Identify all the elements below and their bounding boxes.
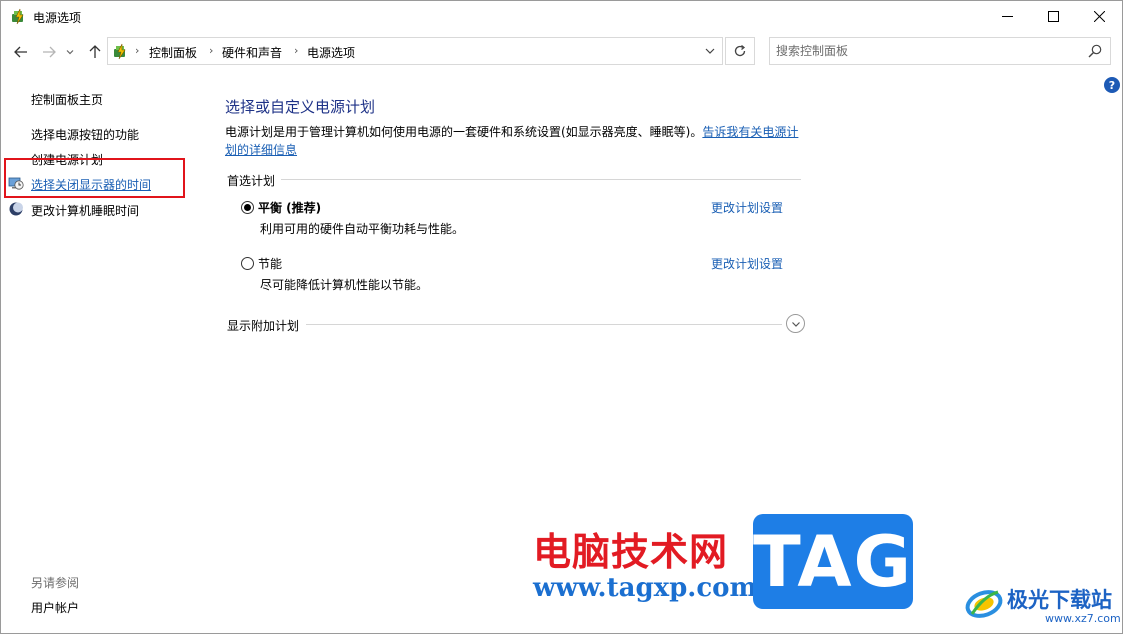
breadcrumb-hardware-sound[interactable]: 硬件和声音 <box>222 44 282 61</box>
breadcrumb-separator-icon: › <box>209 44 214 57</box>
arrow-right-icon <box>43 46 56 58</box>
refresh-button[interactable] <box>725 37 755 65</box>
plan-power-saver-radio[interactable] <box>241 257 254 270</box>
power-options-window: 电源选项 › 控制面板 › 硬件和声音 › 电源选项 搜索控制面板 ? 控制面板… <box>0 0 1123 634</box>
close-icon <box>1093 10 1105 22</box>
sidebar-item-control-panel-home[interactable]: 控制面板主页 <box>31 91 103 108</box>
title-bar: 电源选项 <box>1 1 1122 33</box>
sidebar-item-sleep-time[interactable]: 更改计算机睡眠时间 <box>31 202 139 219</box>
maximize-icon <box>1047 10 1059 22</box>
address-bar[interactable]: › 控制面板 › 硬件和声音 › 电源选项 <box>107 37 723 65</box>
moon-sleep-icon <box>9 202 23 216</box>
control-panel-icon <box>114 43 126 60</box>
sidebar-item-user-accounts[interactable]: 用户帐户 <box>31 599 79 616</box>
plan-power-saver-description: 尽可能降低计算机性能以节能。 <box>260 278 429 292</box>
watermark-url: www.tagxp.com <box>533 573 758 603</box>
breadcrumb-power-options[interactable]: 电源选项 <box>307 44 355 61</box>
section-divider <box>306 324 782 325</box>
close-button[interactable] <box>1076 1 1122 31</box>
navigation-bar: › 控制面板 › 硬件和声音 › 电源选项 <box>1 33 1122 71</box>
site-logo-icon <box>965 590 1003 618</box>
see-also-title: 另请参阅 <box>31 576 80 590</box>
power-options-icon <box>12 8 24 25</box>
breadcrumb-control-panel[interactable]: 控制面板 <box>149 44 197 61</box>
window-title: 电源选项 <box>33 11 82 25</box>
additional-plans-heading[interactable]: 显示附加计划 <box>227 317 299 334</box>
highlight-annotation-box <box>4 158 185 198</box>
breadcrumb-separator-icon: › <box>294 44 299 57</box>
plan-balanced-change-settings-link[interactable]: 更改计划设置 <box>711 199 783 216</box>
site-name: 极光下载站 <box>1007 588 1112 612</box>
plan-balanced-description: 利用可用的硬件自动平衡功耗与性能。 <box>260 222 465 236</box>
chevron-down-icon <box>705 48 715 54</box>
expand-additional-plans-button[interactable] <box>786 314 805 333</box>
minimize-button[interactable] <box>984 1 1030 31</box>
watermark-tag-logo: TAG <box>753 514 913 609</box>
sidebar-item-power-button[interactable]: 选择电源按钮的功能 <box>31 126 139 143</box>
chevron-down-icon <box>66 50 74 55</box>
chevron-down-icon <box>791 321 800 327</box>
breadcrumb-separator-icon: › <box>135 44 140 57</box>
back-button[interactable] <box>11 42 31 62</box>
arrow-left-icon <box>14 46 27 58</box>
search-icon[interactable] <box>1088 44 1102 58</box>
minimize-icon <box>1001 15 1013 17</box>
arrow-up-icon <box>89 45 101 58</box>
address-dropdown-button[interactable] <box>698 38 722 64</box>
description-text: 电源计划是用于管理计算机如何使用电源的一套硬件和系统设置(如显示器亮度、睡眠等)… <box>225 125 703 139</box>
forward-button[interactable] <box>39 42 59 62</box>
help-button[interactable]: ? <box>1104 77 1120 93</box>
plan-power-saver-change-settings-link[interactable]: 更改计划设置 <box>711 255 783 272</box>
preferred-plans-heading: 首选计划 <box>227 174 276 188</box>
page-title: 选择或自定义电源计划 <box>225 98 376 116</box>
section-divider <box>281 179 801 180</box>
search-box[interactable] <box>769 37 1111 65</box>
recent-locations-button[interactable] <box>63 42 77 62</box>
plan-balanced-radio[interactable] <box>241 201 254 214</box>
maximize-button[interactable] <box>1030 1 1076 31</box>
plan-power-saver-name[interactable]: 节能 <box>258 255 282 272</box>
page-description: 电源计划是用于管理计算机如何使用电源的一套硬件和系统设置(如显示器亮度、睡眠等)… <box>225 123 801 159</box>
watermark-cn-text: 电脑技术网 <box>533 530 729 574</box>
plan-balanced-name[interactable]: 平衡 (推荐) <box>258 199 321 216</box>
site-url: www.xz7.com <box>1045 612 1121 625</box>
refresh-icon <box>734 44 746 57</box>
search-input[interactable] <box>776 42 1076 60</box>
up-button[interactable] <box>85 42 105 62</box>
